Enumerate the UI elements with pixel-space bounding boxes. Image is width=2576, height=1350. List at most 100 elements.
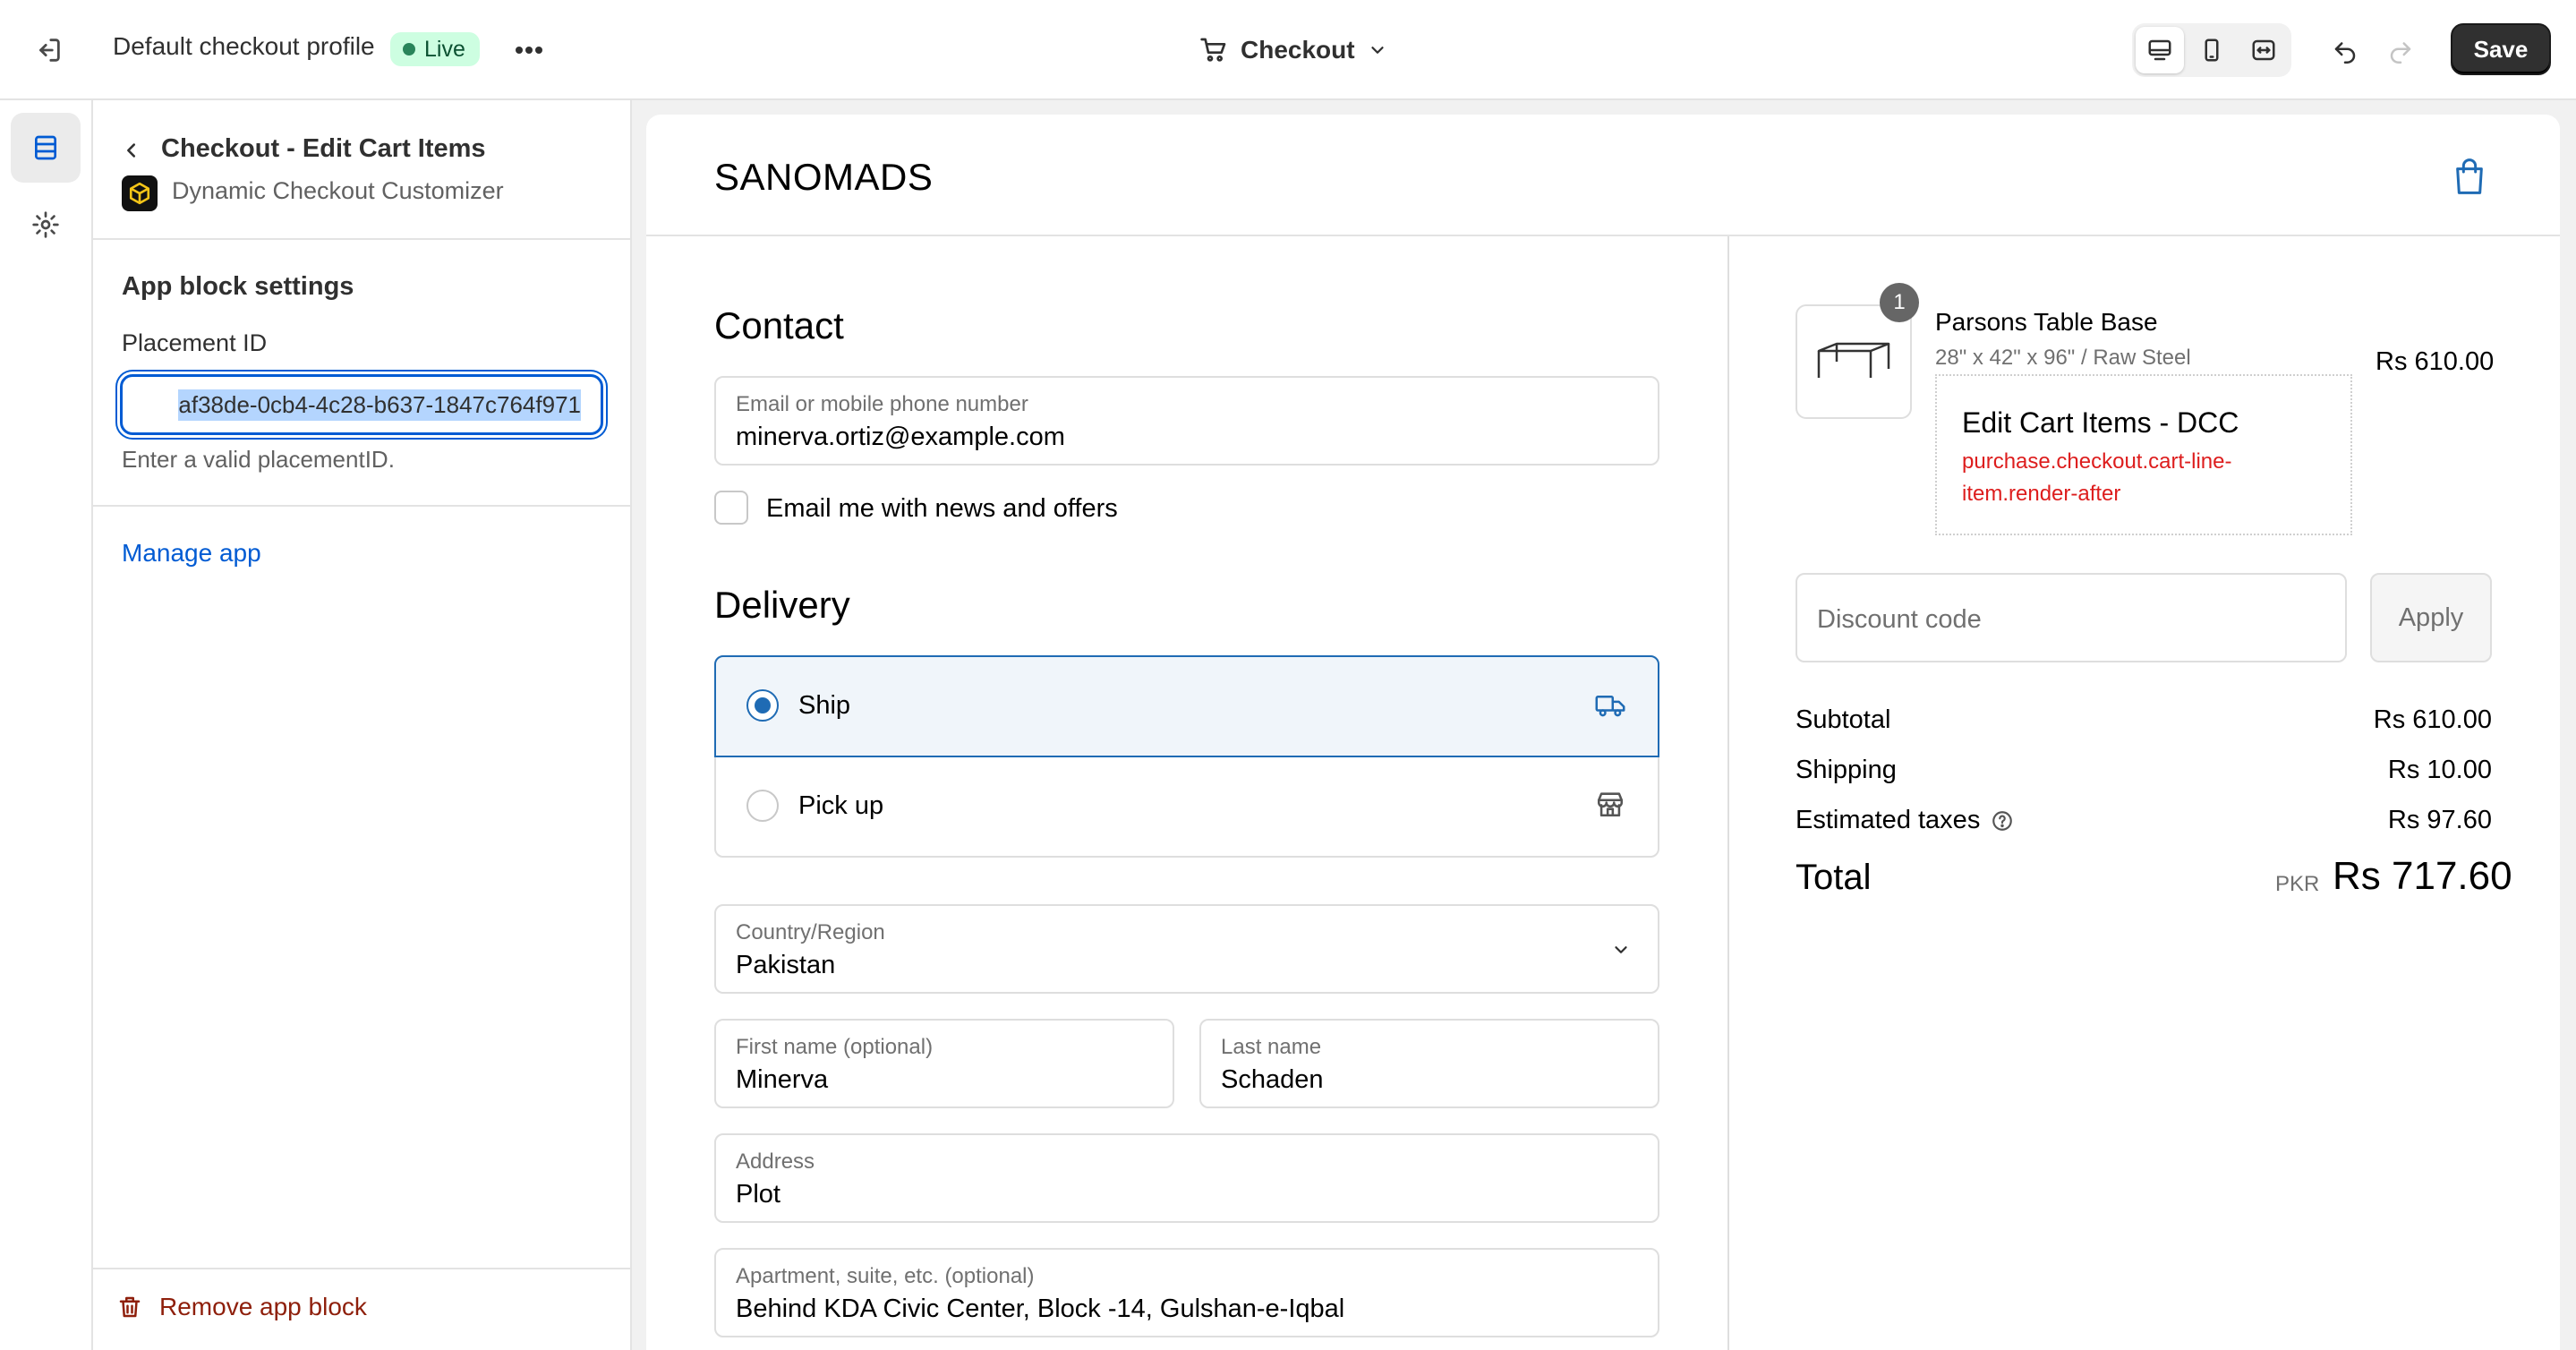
first-name-label: First name (optional): [736, 1035, 934, 1059]
desktop-icon: [2148, 39, 2171, 61]
total-currency: PKR: [2275, 872, 2320, 896]
left-rail: [0, 100, 93, 1350]
cart-bag-button[interactable]: [2449, 154, 2490, 199]
contact-heading: Contact: [714, 304, 844, 346]
status-badge-label: Live: [424, 36, 465, 62]
undo-icon: [2334, 42, 2356, 64]
cart-icon: [1200, 38, 1226, 62]
sections-button[interactable]: [11, 113, 81, 183]
cube-icon: [129, 182, 150, 205]
mobile-view-button[interactable]: [2188, 27, 2236, 73]
placement-id-value: af38de-0cb4-4c28-b637-1847c764f971: [178, 389, 581, 421]
section-title: App block settings: [122, 272, 354, 301]
pickup-label: Pick up: [798, 791, 884, 820]
gear-icon: [32, 211, 59, 238]
panel-divider: [93, 1268, 632, 1269]
redo-icon: [2390, 42, 2411, 64]
address-field[interactable]: Address Plot: [714, 1133, 1659, 1223]
mobile-icon: [2205, 38, 2219, 62]
shopping-bag-icon: [2456, 158, 2483, 194]
store-icon: [1590, 784, 1631, 824]
save-button[interactable]: Save: [2451, 23, 2551, 75]
taxes-value: Rs 97.60: [2387, 806, 2492, 834]
extension-target: purchase.checkout.cart-line-item.render-…: [1962, 449, 2232, 506]
more-horizontal-icon: [516, 47, 542, 54]
table-icon: [1817, 342, 1890, 378]
extension-title: Edit Cart Items - DCC: [1962, 406, 2239, 439]
discount-code-placeholder: Discount code: [1817, 605, 1982, 634]
shipping-label: Shipping: [1796, 756, 1897, 784]
last-name-value: Schaden: [1221, 1065, 1324, 1094]
trash-icon: [119, 1296, 141, 1318]
viewport-toggle-group: [2132, 23, 2291, 77]
product-price: Rs 610.00: [2376, 347, 2495, 376]
manage-app-link[interactable]: Manage app: [122, 539, 261, 568]
app-logo: [122, 175, 158, 211]
panel-title: Checkout - Edit Cart Items: [161, 134, 486, 163]
ship-radio[interactable]: [746, 689, 779, 722]
apartment-label: Apartment, suite, etc. (optional): [736, 1264, 1035, 1288]
first-name-field[interactable]: First name (optional) Minerva: [714, 1019, 1174, 1108]
truck-icon: [1590, 686, 1631, 725]
desktop-view-button[interactable]: [2136, 27, 2184, 73]
remove-app-block-button[interactable]: Remove app block: [116, 1293, 367, 1321]
expand-icon: [2252, 39, 2275, 61]
delivery-option-ship[interactable]: [714, 655, 1659, 757]
app-name: Dynamic Checkout Customizer: [172, 177, 504, 204]
placement-id-help: Enter a valid placementID.: [122, 446, 395, 473]
email-value: minerva.ortiz@example.com: [736, 423, 1065, 451]
page-selector[interactable]: Checkout: [1199, 30, 1387, 70]
total-value: Rs 717.60: [2333, 854, 2512, 898]
subtotal-value: Rs 610.00: [2373, 705, 2492, 734]
undo-button[interactable]: [2324, 30, 2367, 70]
delivery-heading: Delivery: [714, 584, 850, 626]
email-field[interactable]: Email or mobile phone number minerva.ort…: [714, 376, 1659, 466]
status-badge: Live: [390, 32, 480, 66]
last-name-field[interactable]: Last name Schaden: [1199, 1019, 1659, 1108]
country-label: Country/Region: [736, 920, 885, 944]
back-button[interactable]: [118, 132, 145, 168]
profile-name: Default checkout profile: [113, 32, 375, 60]
redo-button[interactable]: [2379, 30, 2422, 70]
placement-id-input[interactable]: af38de-0cb4-4c28-b637-1847c764f971: [120, 374, 603, 435]
product-variant: 28" x 42" x 96" / Raw Steel: [1935, 346, 2191, 370]
settings-button[interactable]: [11, 190, 81, 260]
apply-button[interactable]: Apply: [2370, 573, 2492, 662]
exit-button[interactable]: [23, 30, 73, 70]
newsletter-label: Email me with news and offers: [766, 494, 1118, 523]
country-select[interactable]: Country/Region Pakistan: [714, 904, 1659, 994]
address-label: Address: [736, 1149, 815, 1174]
remove-app-block-label: Remove app block: [159, 1293, 367, 1320]
apartment-value: Behind KDA Civic Center, Block -14, Guls…: [736, 1294, 1345, 1323]
first-name-value: Minerva: [736, 1065, 829, 1094]
page-selector-label: Checkout: [1241, 36, 1355, 64]
country-value: Pakistan: [736, 951, 836, 979]
live-dot-icon: [403, 43, 415, 56]
ship-label: Ship: [798, 691, 851, 720]
address-value: Plot: [736, 1180, 780, 1209]
panel-divider: [93, 238, 632, 240]
quantity-badge: 1: [1880, 283, 1919, 322]
exit-icon: [39, 38, 60, 62]
email-label: Email or mobile phone number: [736, 392, 1028, 416]
store-name: SANOMADS: [714, 156, 934, 198]
discount-code-input[interactable]: Discount code: [1796, 573, 2347, 662]
taxes-row: Estimated taxes: [1796, 806, 2014, 835]
subtotal-label: Subtotal: [1796, 705, 1891, 734]
shipping-value: Rs 10.00: [2387, 756, 2492, 784]
placement-id-label: Placement ID: [122, 329, 268, 356]
full-width-view-button[interactable]: [2239, 27, 2288, 73]
last-name-label: Last name: [1221, 1035, 1322, 1059]
chevron-down-icon: [1615, 946, 1627, 953]
help-circle-icon[interactable]: [1991, 809, 2014, 833]
chevron-left-icon: [127, 143, 136, 158]
chevron-down-icon: [1370, 47, 1384, 54]
more-actions-button[interactable]: [507, 32, 551, 68]
sections-icon: [35, 135, 56, 160]
apartment-field[interactable]: Apartment, suite, etc. (optional) Behind…: [714, 1248, 1659, 1337]
total-label: Total: [1796, 858, 1872, 897]
panel-divider: [93, 505, 632, 507]
newsletter-checkbox[interactable]: [714, 491, 748, 525]
taxes-label: Estimated taxes: [1796, 806, 1981, 834]
pickup-radio[interactable]: [746, 790, 779, 822]
